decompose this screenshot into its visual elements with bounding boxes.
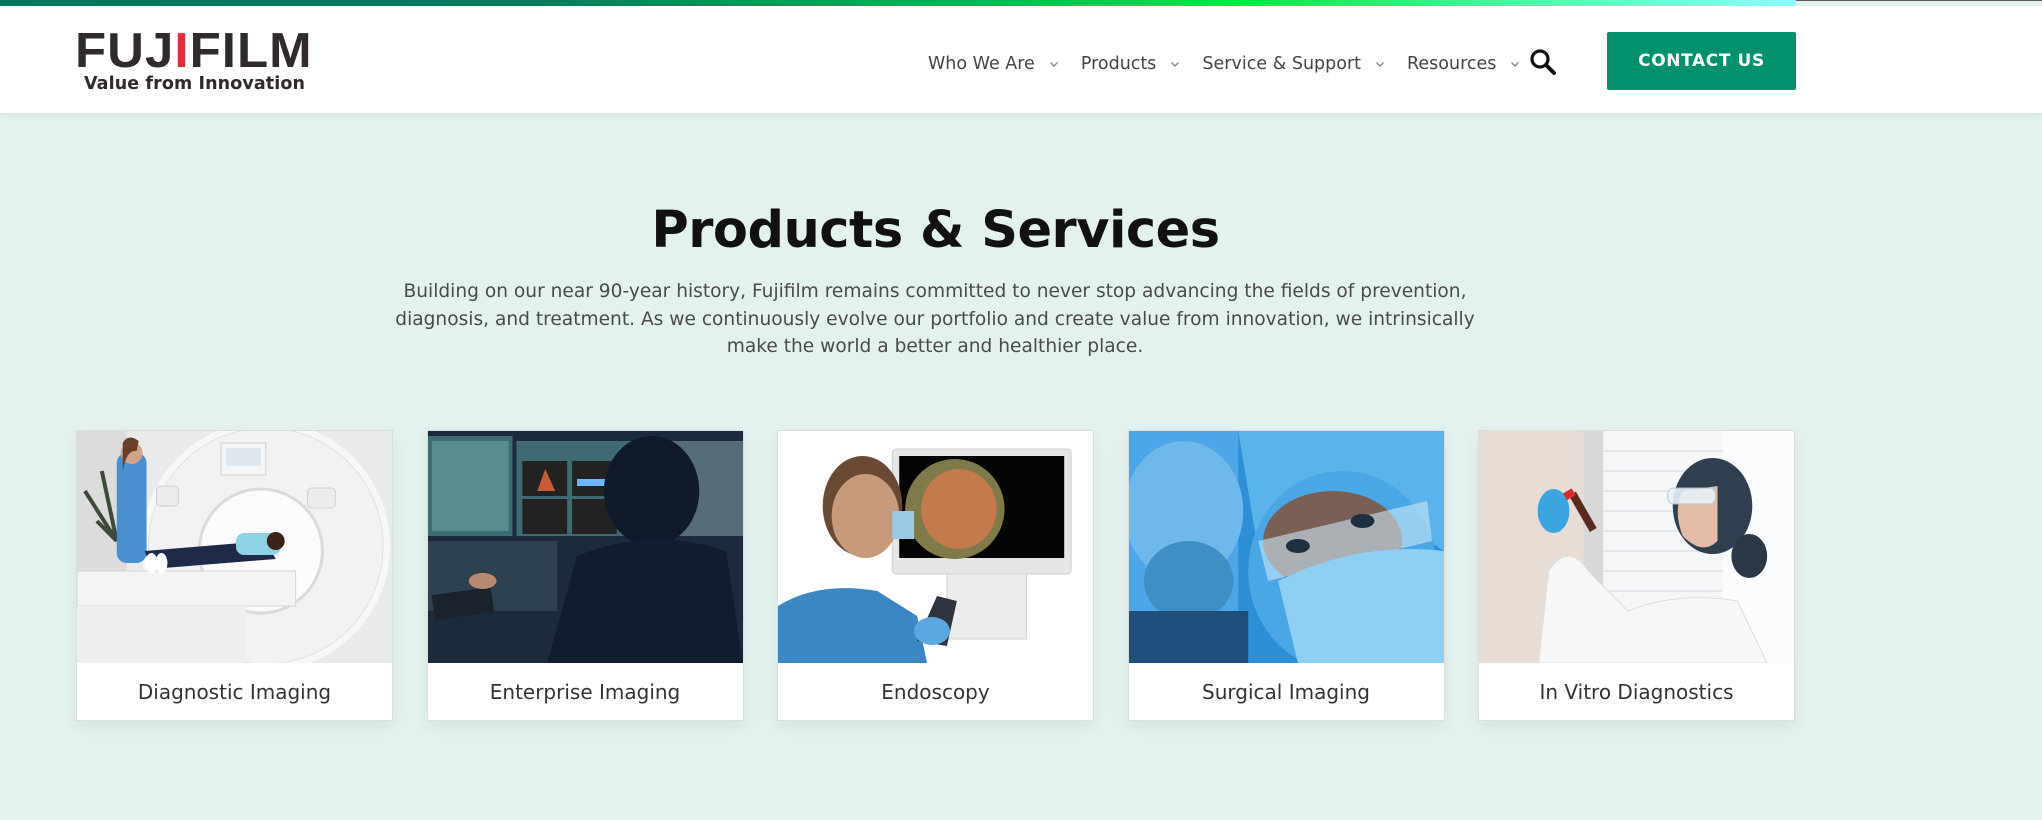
card-label: In Vitro Diagnostics	[1539, 680, 1734, 704]
nav-item-label: Products	[1080, 54, 1157, 74]
surgeons-photo	[1128, 431, 1444, 663]
logo-accent-i: I	[174, 24, 190, 78]
fujifilm-logo[interactable]: FUJIFILM Value from Innovation	[75, 26, 315, 106]
radiologist-workstation-photo	[427, 431, 743, 663]
product-card-endoscopy[interactable]: Endoscopy	[777, 430, 1094, 721]
chevron-down-icon	[1375, 59, 1385, 69]
product-card-enterprise-imaging[interactable]: Enterprise Imaging	[426, 430, 744, 721]
nav-item-label: Service & Support	[1202, 54, 1362, 74]
logo-wordmark: FUJIFILM	[75, 26, 313, 76]
site-header: FUJIFILM Value from Innovation Who We Ar…	[0, 6, 2042, 113]
nav-item-resources[interactable]: Resources	[1407, 54, 1520, 74]
nav-item-label: Who We Are	[928, 54, 1035, 74]
nav-item-who-we-are[interactable]: Who We Are	[928, 54, 1059, 74]
card-label: Endoscopy	[881, 680, 990, 704]
card-label: Enterprise Imaging	[489, 680, 681, 704]
product-card-diagnostic-imaging[interactable]: Diagnostic Imaging	[76, 430, 393, 721]
contact-us-button[interactable]: CONTACT US	[1607, 32, 1796, 90]
page-title: Products & Services	[651, 201, 1220, 260]
chevron-down-icon	[1049, 59, 1059, 69]
card-label: Diagnostic Imaging	[137, 680, 332, 704]
ct-scanner-photo	[77, 431, 392, 663]
nav-item-products[interactable]: Products	[1081, 54, 1181, 74]
product-cards: Diagnostic Imaging Enterprise Imaging En…	[76, 430, 1795, 721]
product-card-surgical-imaging[interactable]: Surgical Imaging	[1127, 430, 1445, 721]
logo-tagline: Value from Innovation	[84, 74, 306, 94]
chevron-down-icon	[1170, 59, 1180, 69]
chevron-down-icon	[1510, 59, 1520, 69]
card-label: Surgical Imaging	[1202, 680, 1370, 704]
lab-scientist-photo	[1479, 431, 1794, 663]
nav-item-service-support[interactable]: Service & Support	[1202, 54, 1385, 74]
nav-item-label: Resources	[1407, 54, 1497, 74]
search-button[interactable]	[1526, 46, 1560, 82]
intro-paragraph: Building on our near 90-year history, Fu…	[395, 281, 1475, 357]
search-icon	[1528, 47, 1558, 82]
logo-text-part2: FILM	[189, 24, 313, 78]
logo-text-part1: FUJ	[75, 24, 175, 78]
main-nav: Who We Are Products Service & Support Re…	[928, 46, 1544, 82]
endoscopy-monitor-photo	[778, 431, 1093, 663]
product-card-in-vitro-diagnostics[interactable]: In Vitro Diagnostics	[1478, 430, 1795, 721]
